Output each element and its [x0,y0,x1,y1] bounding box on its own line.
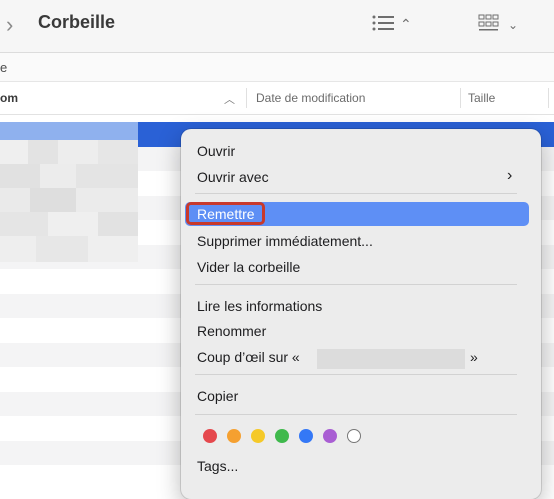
window-title: Corbeille [38,12,116,32]
menu-item-open-with[interactable]: Ouvrir avec [197,169,269,185]
column-header: om ︿ Date de modification Taille [0,82,554,115]
menu-divider [195,193,517,194]
tag-red-dot[interactable] [203,429,217,443]
column-separator[interactable] [548,88,549,108]
column-separator[interactable] [460,88,461,108]
column-separator[interactable] [246,88,247,108]
path-bar: e [0,53,554,82]
annotation-outline [186,202,265,225]
redacted-file-names [0,122,138,262]
tag-purple-dot[interactable] [323,429,337,443]
context-menu: Ouvrir Ouvrir avec › Remettre Supprimer … [181,129,541,499]
column-name[interactable]: om [0,91,18,105]
menu-item-empty-trash[interactable]: Vider la corbeille [197,259,300,275]
tag-yellow-dot[interactable] [251,429,265,443]
column-date[interactable]: Date de modification [256,91,365,105]
tag-gray-dot[interactable] [347,429,361,443]
toolbar: › Corbeille ⌃ ⌄ [0,0,554,53]
chevron-right-icon[interactable]: › [6,12,13,38]
tag-blue-dot[interactable] [299,429,313,443]
quick-look-suffix: » [470,349,478,365]
menu-item-open[interactable]: Ouvrir [197,143,235,159]
menu-item-rename[interactable]: Renommer [197,323,266,339]
menu-divider [195,414,517,415]
tag-green-dot[interactable] [275,429,289,443]
path-text: e [0,60,8,75]
chevron-down-icon[interactable]: ⌄ [508,18,518,32]
menu-item-copy[interactable]: Copier [197,388,238,404]
redacted-file-name [317,349,465,369]
chevron-right-icon: › [507,167,513,184]
chevron-updown-icon[interactable]: ⌃ [400,16,412,33]
menu-item-get-info[interactable]: Lire les informations [197,298,322,314]
list-view-icon[interactable] [372,14,394,32]
menu-item-quick-look[interactable]: Coup d’œil sur « [197,349,300,365]
tag-orange-dot[interactable] [227,429,241,443]
grid-view-icon[interactable] [478,14,500,32]
menu-item-tags[interactable]: Tags... [197,458,238,474]
column-size[interactable]: Taille [468,91,495,105]
menu-item-delete-immediately[interactable]: Supprimer immédiatement... [197,233,373,249]
menu-divider [195,374,517,375]
menu-divider [195,284,517,285]
chevron-up-icon[interactable]: ︿ [224,91,235,107]
